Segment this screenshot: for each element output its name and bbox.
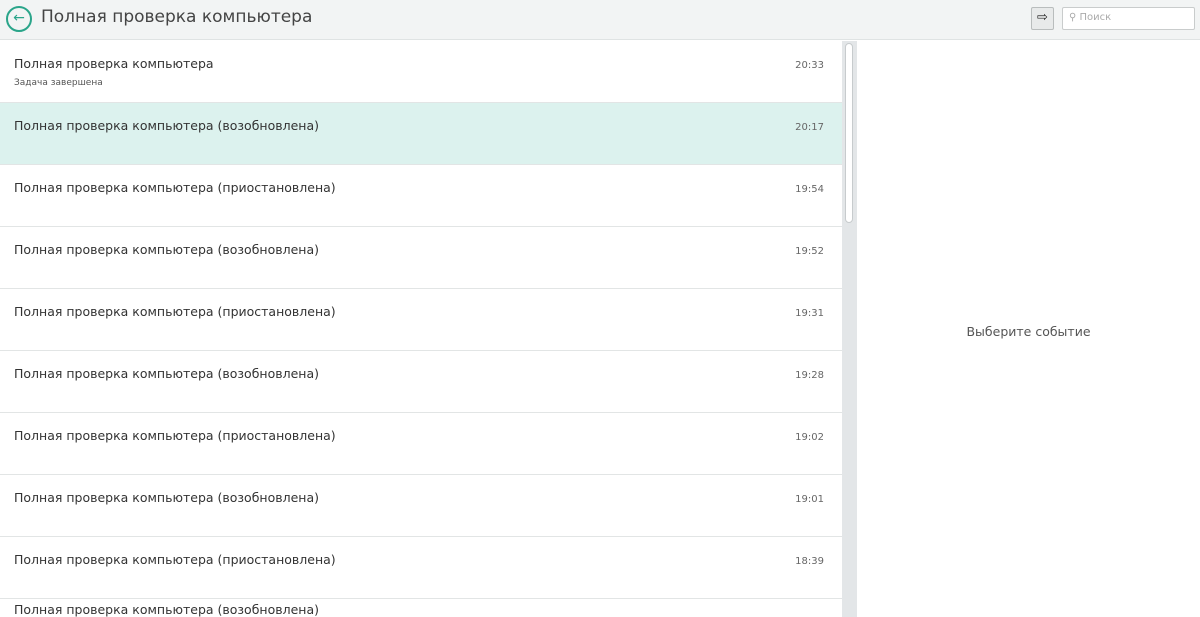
event-time: 19:02 [795,432,824,443]
event-list: Полная проверка компьютера Задача заверше… [0,41,842,617]
empty-state-text: Выберите событие [966,324,1091,339]
event-time: 19:31 [795,308,824,319]
search-placeholder: Поиск [1079,12,1112,23]
event-row[interactable]: Полная проверка компьютера (приостановле… [0,537,842,599]
arrow-left-icon: ← [13,10,25,26]
event-status: Задача завершена [14,78,103,88]
event-name: Полная проверка компьютера (приостановле… [14,428,336,443]
event-name: Полная проверка компьютера (приостановле… [14,180,336,195]
event-time: 18:39 [795,556,824,567]
event-row[interactable]: Полная проверка компьютера (возобновлена… [0,227,842,289]
page-title: Полная проверка компьютера [41,7,313,27]
event-time: 19:01 [795,494,824,505]
export-icon: ⇨ [1037,10,1048,25]
event-name: Полная проверка компьютера (возобновлена… [14,118,319,133]
event-name: Полная проверка компьютера (возобновлена… [14,602,319,617]
event-time: 19:52 [795,246,824,257]
detail-pane: Выберите событие [857,41,1200,617]
event-time: 19:54 [795,184,824,195]
event-row[interactable]: Полная проверка компьютера Задача заверше… [0,41,842,103]
event-row[interactable]: Полная проверка компьютера (приостановле… [0,165,842,227]
event-name: Полная проверка компьютера (возобновлена… [14,490,319,505]
header: ← Полная проверка компьютера ⇨ ⚲ Поиск [0,0,1200,40]
search-icon: ⚲ [1069,12,1080,23]
back-button[interactable]: ← [6,6,32,32]
event-time: 20:33 [795,60,824,71]
export-button[interactable]: ⇨ [1031,7,1054,30]
event-row[interactable]: Полная проверка компьютера (приостановле… [0,289,842,351]
event-row[interactable]: Полная проверка компьютера (возобновлена… [0,351,842,413]
event-row[interactable]: Полная проверка компьютера (возобновлена… [0,475,842,537]
search-input[interactable]: ⚲ Поиск [1062,7,1195,30]
event-name: Полная проверка компьютера (приостановле… [14,552,336,567]
event-row[interactable]: Полная проверка компьютера (возобновлена… [0,599,842,617]
event-row[interactable]: Полная проверка компьютера (возобновлена… [0,103,842,165]
scrollbar[interactable] [842,41,857,617]
event-name: Полная проверка компьютера (возобновлена… [14,366,319,381]
event-time: 20:17 [795,122,824,133]
scrollbar-thumb[interactable] [845,43,853,223]
event-time: 19:28 [795,370,824,381]
event-name: Полная проверка компьютера (возобновлена… [14,242,319,257]
event-row[interactable]: Полная проверка компьютера (приостановле… [0,413,842,475]
event-name: Полная проверка компьютера [14,56,214,71]
event-name: Полная проверка компьютера (приостановле… [14,304,336,319]
